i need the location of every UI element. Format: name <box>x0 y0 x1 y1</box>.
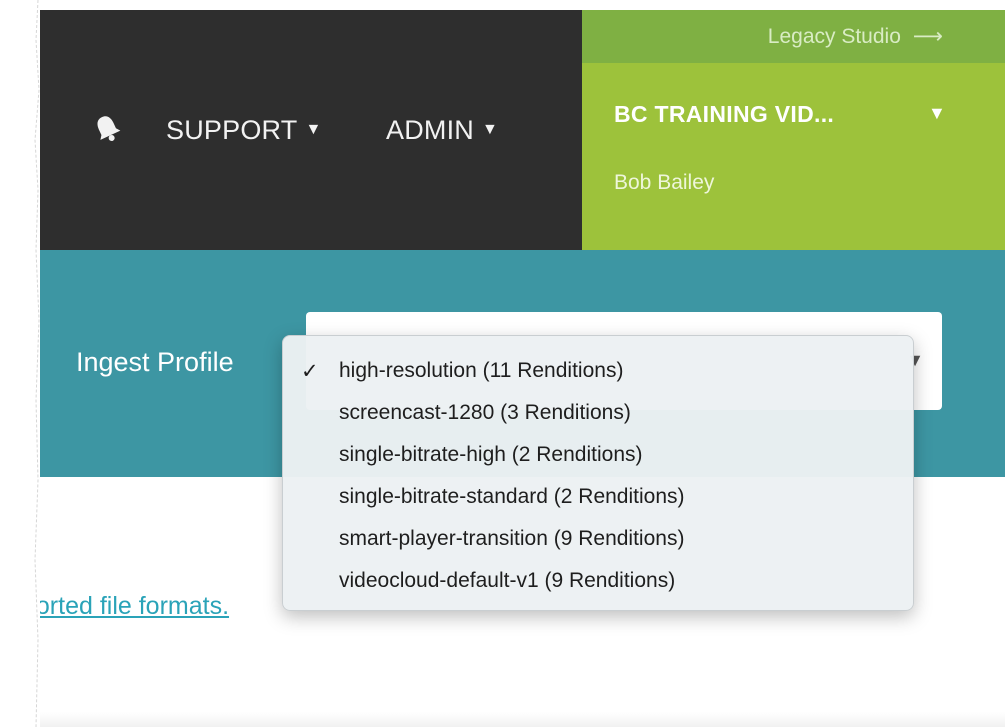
dropdown-option[interactable]: screencast-1280 (3 Renditions) <box>283 392 913 434</box>
user-name: Bob Bailey <box>614 171 715 194</box>
support-menu[interactable]: SUPPORT ▼ <box>166 113 321 147</box>
admin-label: ADMIN <box>386 114 474 145</box>
legacy-studio-bar: Legacy Studio ⟶ <box>582 10 1005 63</box>
dropdown-option[interactable]: smart-player-transition (9 Renditions) <box>283 518 913 560</box>
option-label: screencast-1280 (3 Renditions) <box>339 401 631 424</box>
option-label: single-bitrate-high (2 Renditions) <box>339 443 643 466</box>
dropdown-option[interactable]: single-bitrate-high (2 Renditions) <box>283 434 913 476</box>
legacy-studio-link[interactable]: Legacy Studio ⟶ <box>768 24 943 49</box>
arrow-right-icon: ⟶ <box>912 25 943 48</box>
option-label: videocloud-default-v1 (9 Renditions) <box>339 569 676 592</box>
account-switcher[interactable]: BC TRAINING VID... ▼ Bob Bailey <box>582 63 1005 250</box>
option-label: smart-player-transition (9 Renditions) <box>339 527 685 550</box>
dropdown-option[interactable]: videocloud-default-v1 (9 Renditions) <box>283 560 913 602</box>
legacy-studio-label: Legacy Studio <box>767 24 901 48</box>
supported-formats-link[interactable]: ported file formats. <box>22 592 229 621</box>
ingest-profile-dropdown: ✓ high-resolution (11 Renditions) screen… <box>282 335 914 611</box>
torn-edge <box>0 0 40 727</box>
account-name: BC TRAINING VID... <box>614 101 835 127</box>
caret-down-icon: ▼ <box>928 103 946 123</box>
dropdown-option[interactable]: ✓ high-resolution (11 Renditions) <box>283 350 913 392</box>
option-label: single-bitrate-standard (2 Renditions) <box>339 485 685 508</box>
dropdown-option[interactable]: single-bitrate-standard (2 Renditions) <box>283 476 913 518</box>
caret-down-icon: ▼ <box>482 121 499 138</box>
ingest-profile-label: Ingest Profile <box>76 347 234 377</box>
bell-icon[interactable] <box>92 113 122 143</box>
admin-menu[interactable]: ADMIN ▼ <box>386 113 498 147</box>
option-label: high-resolution (11 Renditions) <box>339 359 624 382</box>
checkmark-icon: ✓ <box>301 360 319 383</box>
support-label: SUPPORT <box>166 114 298 145</box>
caret-down-icon: ▼ <box>305 121 322 138</box>
page-content-fade <box>38 712 1005 727</box>
